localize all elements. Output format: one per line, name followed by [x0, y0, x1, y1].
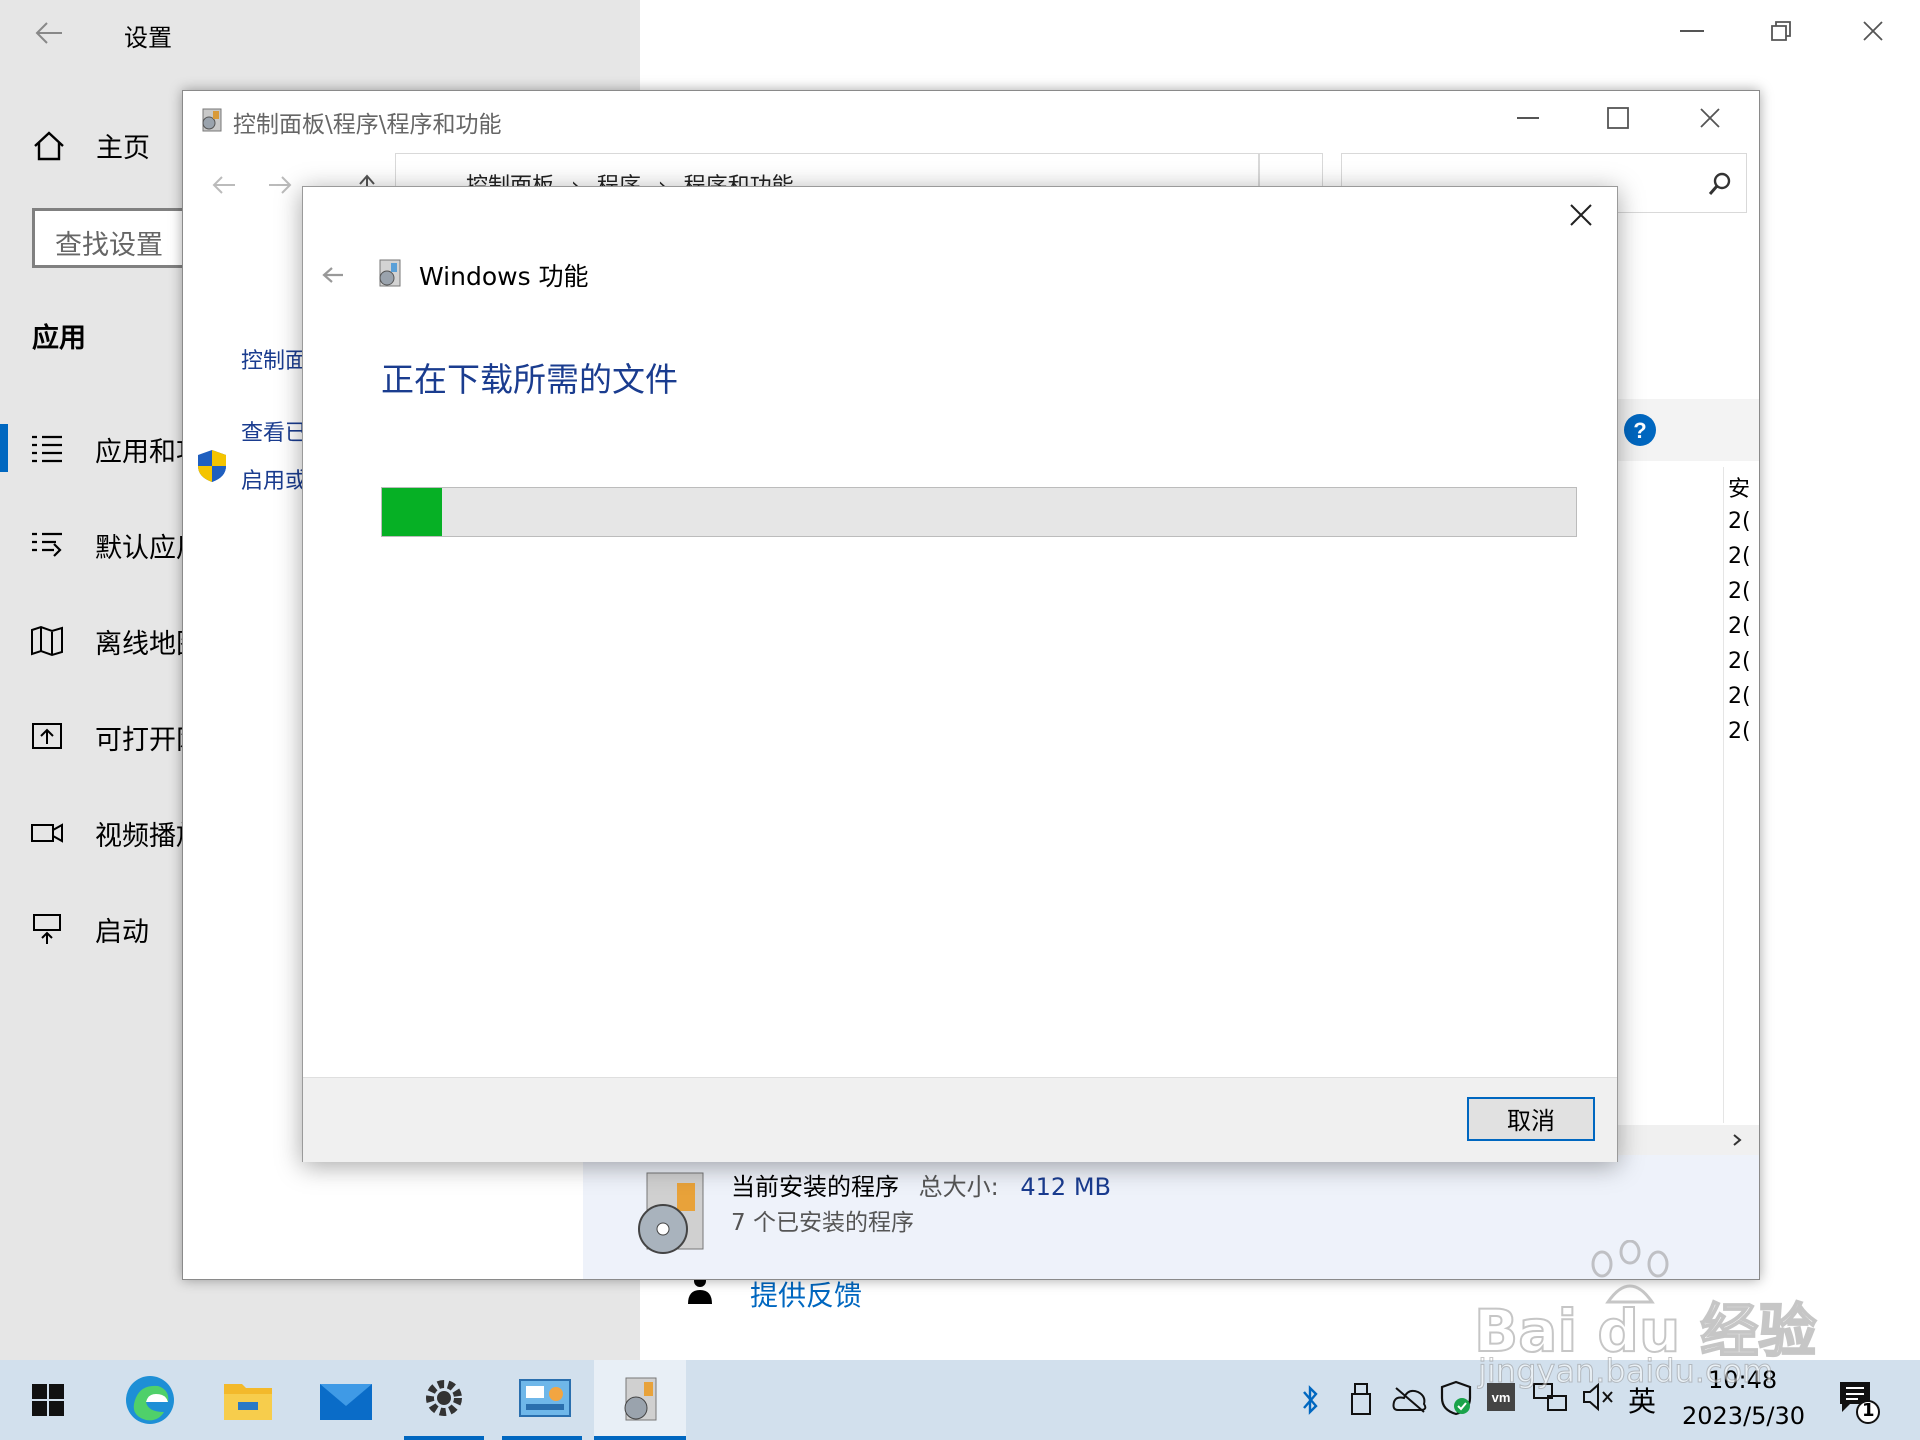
feedback-link[interactable]: 提供反馈 — [750, 1274, 862, 1314]
list-column: 安 2( 2( 2( 2( 2( 2( 2( — [1723, 467, 1760, 1123]
map-icon — [31, 625, 63, 657]
window-title: 控制面板\程序\程序和功能 — [233, 112, 502, 138]
default-apps-icon — [32, 532, 62, 557]
home-link[interactable]: 主页 — [96, 126, 150, 165]
progress-fill — [382, 488, 442, 536]
back-arrow-icon[interactable] — [321, 265, 345, 285]
list-item[interactable]: 2( — [1728, 649, 1760, 684]
close-icon[interactable] — [1862, 20, 1884, 42]
app-active-indicator — [594, 1436, 686, 1440]
back-icon[interactable] — [211, 175, 237, 195]
search-placeholder: 查找设置 — [55, 230, 163, 261]
dialog-footer — [303, 1077, 1617, 1162]
program-count: 7 个已安装的程序 — [731, 1210, 914, 1236]
settings-gear-icon[interactable] — [420, 1374, 468, 1422]
installed-programs-icon — [638, 1172, 704, 1254]
help-icon[interactable]: ? — [1623, 413, 1657, 447]
windows-features-icon — [379, 259, 401, 287]
cancel-button[interactable]: 取消 — [1467, 1097, 1595, 1141]
dialog-title: Windows 功能 — [419, 262, 589, 291]
settings-title: 设置 — [124, 24, 172, 52]
home-icon — [34, 131, 64, 161]
list-item[interactable]: 2( — [1728, 579, 1760, 614]
usb-device-icon[interactable] — [1350, 1382, 1372, 1416]
edge-icon[interactable] — [124, 1374, 176, 1426]
back-arrow-icon[interactable] — [34, 20, 64, 46]
watermark-url: jingyan.baidu.com — [1477, 1352, 1774, 1391]
close-icon[interactable] — [1569, 203, 1593, 227]
app-running-indicator — [404, 1436, 484, 1440]
mail-icon[interactable] — [318, 1378, 374, 1422]
windows-features-dialog: Windows 功能 正在下载所需的文件 取消 — [302, 186, 1618, 1162]
control-panel-icon[interactable] — [518, 1376, 572, 1420]
maximize-icon[interactable] — [1607, 107, 1629, 129]
windows-start-icon[interactable] — [32, 1384, 64, 1416]
uac-shield-icon — [198, 450, 226, 482]
list-item[interactable]: 2( — [1728, 719, 1760, 754]
installed-programs-summary: 当前安装的程序 总大小: 412 MB — [731, 1167, 1111, 1202]
notification-center-icon[interactable] — [1838, 1380, 1882, 1424]
svg-text:vm: vm — [1492, 1390, 1511, 1405]
startup-icon — [33, 914, 61, 944]
search-icon — [1708, 172, 1731, 195]
list-item[interactable]: 2( — [1728, 544, 1760, 579]
forward-icon[interactable] — [267, 175, 293, 195]
status-label: 当前安装的程序 — [731, 1173, 899, 1201]
nav-label: 启动 — [95, 917, 149, 948]
dialog-heading: 正在下载所需的文件 — [381, 360, 678, 399]
open-app-icon — [32, 723, 62, 749]
file-explorer-icon[interactable] — [222, 1376, 274, 1422]
bluetooth-icon[interactable] — [1300, 1384, 1320, 1416]
scroll-right-icon[interactable] — [1731, 1133, 1743, 1147]
programs-features-icon — [624, 1377, 657, 1421]
onedrive-offline-icon[interactable] — [1392, 1384, 1428, 1414]
svg-text:?: ? — [1633, 418, 1646, 443]
video-icon — [31, 823, 63, 843]
size-value: 412 MB — [1020, 1173, 1111, 1201]
programs-icon — [202, 108, 222, 132]
restore-icon[interactable] — [1770, 20, 1792, 42]
clock-date[interactable]: 2023/5/30 — [1682, 1402, 1805, 1430]
notification-count: 1 — [1862, 1400, 1875, 1421]
app-running-indicator — [502, 1436, 582, 1440]
list-item[interactable]: 2( — [1728, 509, 1760, 544]
close-icon[interactable] — [1699, 107, 1721, 129]
list-icon — [32, 435, 62, 463]
size-label: 总大小: — [918, 1173, 999, 1201]
progress-bar — [381, 487, 1577, 537]
list-item[interactable]: 2( — [1728, 684, 1760, 719]
baidu-watermark: Bai du 经验 jingyan.baidu.com — [1470, 1240, 1830, 1391]
minimize-icon[interactable] — [1517, 117, 1539, 120]
list-item[interactable]: 2( — [1728, 614, 1760, 649]
minimize-icon[interactable] — [1680, 30, 1704, 34]
section-heading: 应用 — [32, 323, 86, 354]
security-shield-icon[interactable] — [1440, 1380, 1472, 1416]
column-header: 安 — [1728, 477, 1751, 502]
active-app-tile[interactable] — [594, 1360, 686, 1440]
